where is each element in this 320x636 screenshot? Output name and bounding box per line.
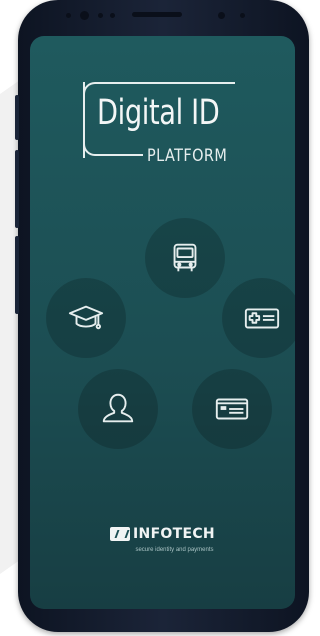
transport-service-button[interactable] bbox=[145, 218, 225, 298]
brand-row: INFOTECH bbox=[110, 526, 215, 542]
bus-icon bbox=[173, 243, 197, 272]
infotech-logo-icon bbox=[110, 527, 131, 541]
user-icon bbox=[102, 393, 134, 423]
id-card-service-button[interactable] bbox=[192, 369, 272, 449]
logo-frame bbox=[95, 154, 143, 156]
logo-title: Digital ID bbox=[97, 93, 220, 133]
health-card-icon bbox=[244, 308, 280, 329]
education-service-button[interactable] bbox=[46, 278, 126, 358]
brand-name: INFOTECH bbox=[133, 526, 215, 542]
earpiece-speaker bbox=[132, 12, 182, 17]
phone-sensor-dot bbox=[218, 12, 225, 19]
phone-sensor-dot bbox=[98, 13, 103, 18]
logo-frame bbox=[83, 82, 95, 156]
phone-frame: Digital ID PLATFORM INFOTECH secure iden… bbox=[15, 0, 309, 632]
phone-volume-up-button bbox=[15, 150, 19, 228]
logo-subtitle: PLATFORM bbox=[147, 146, 228, 166]
app-screen: Digital ID PLATFORM INFOTECH secure iden… bbox=[30, 36, 295, 609]
brand-tagline: secure identity and payments bbox=[135, 547, 214, 553]
graduation-cap-icon bbox=[68, 305, 104, 330]
phone-sensor-dot bbox=[110, 13, 115, 18]
id-card-icon bbox=[215, 398, 249, 420]
phone-sensor-dot bbox=[66, 13, 71, 18]
phone-sensor-dot bbox=[240, 13, 245, 18]
infotech-brand: INFOTECH secure identity and payments bbox=[30, 526, 295, 553]
phone-volume-down-button bbox=[15, 236, 19, 314]
front-camera-icon bbox=[80, 11, 89, 20]
digital-id-logo: Digital ID PLATFORM bbox=[83, 82, 253, 166]
phone-side-button bbox=[15, 95, 19, 140]
identity-service-button[interactable] bbox=[78, 369, 158, 449]
health-service-button[interactable] bbox=[222, 278, 295, 358]
